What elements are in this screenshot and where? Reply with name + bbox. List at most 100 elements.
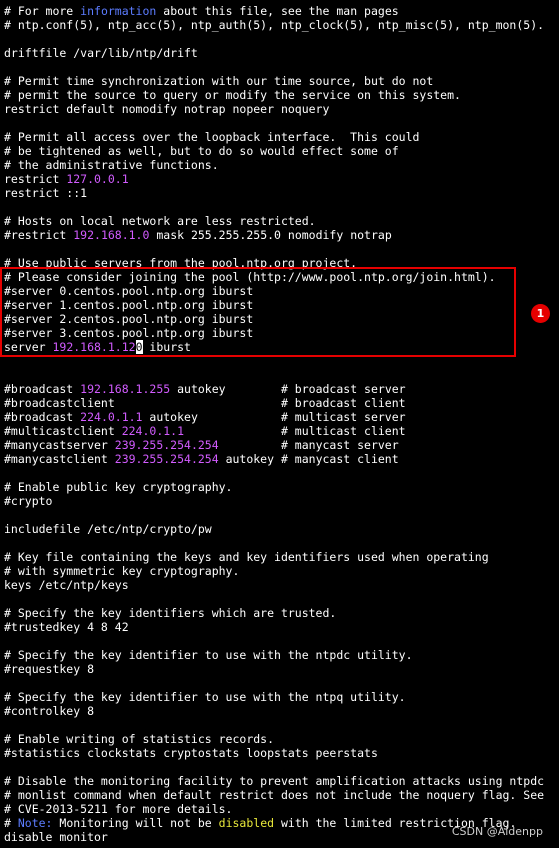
line-segment: includefile /etc/ntp/crypto/pw xyxy=(4,522,212,536)
config-line: # Hosts on local network are less restri… xyxy=(4,214,559,228)
config-line: restrict ::1 xyxy=(4,186,559,200)
line-segment: 127.0.0.1 xyxy=(66,172,129,186)
config-line: #restrict 192.168.1.0 mask 255.255.255.0… xyxy=(4,228,559,242)
watermark: CSDN @Aidenpp xyxy=(451,825,543,838)
config-line: keys /etc/ntp/keys xyxy=(4,578,559,592)
config-line xyxy=(4,466,559,480)
line-segment: # Specify the key identifier to use with… xyxy=(4,690,406,704)
config-line: # Permit time synchronization with our t… xyxy=(4,74,559,88)
line-segment: # Enable writing of statistics records. xyxy=(4,732,275,746)
config-line: # For more information about this file, … xyxy=(4,4,559,18)
config-line: #multicastclient 224.0.1.1 # multicast c… xyxy=(4,424,559,438)
line-segment: #requestkey 8 xyxy=(4,662,95,676)
line-segment: # Permit all access over the loopback in… xyxy=(4,130,420,144)
line-segment: # Specify the key identifiers which are … xyxy=(4,606,337,620)
line-segment: #broadcast xyxy=(4,410,81,424)
line-segment: 192.168.1.255 xyxy=(80,382,171,396)
terminal-text-area[interactable]: # For more information about this file, … xyxy=(4,4,559,848)
highlight-box xyxy=(0,267,516,357)
config-line xyxy=(4,368,559,382)
config-line: #manycastclient 239.255.254.254 autokey … xyxy=(4,452,559,466)
line-segment: Note: xyxy=(17,816,53,830)
line-segment: # the administrative functions. xyxy=(4,158,219,172)
config-line: # Enable writing of statistics records. xyxy=(4,732,559,746)
config-line: includefile /etc/ntp/crypto/pw xyxy=(4,522,559,536)
line-segment: # Key file containing the keys and key i… xyxy=(4,550,489,564)
config-line: restrict 127.0.0.1 xyxy=(4,172,559,186)
line-segment: # manycast server xyxy=(218,438,399,452)
config-line xyxy=(4,60,559,74)
line-segment: #broadcastclient # broadcast client xyxy=(4,396,406,410)
line-segment: #controlkey 8 xyxy=(4,704,95,718)
config-line xyxy=(4,508,559,522)
step-number-badge: 1 xyxy=(531,304,550,323)
line-segment: restrict xyxy=(4,172,67,186)
line-segment: # Disable the monitoring facility to pre… xyxy=(4,774,545,788)
line-segment: 239.255.254.254 xyxy=(114,438,219,452)
line-segment: disable monitor xyxy=(4,830,108,844)
line-segment: mask 255.255.255.0 nomodify notrap xyxy=(149,228,392,242)
line-segment: 224.0.1.1 xyxy=(121,424,185,438)
config-line: restrict default nomodify notrap nopeer … xyxy=(4,102,559,116)
line-segment: # Permit time synchronization with our t… xyxy=(4,74,434,88)
config-line: #requestkey 8 xyxy=(4,662,559,676)
config-line xyxy=(4,634,559,648)
line-segment: #trustedkey 4 8 42 xyxy=(4,620,129,634)
config-line: # Specify the key identifiers which are … xyxy=(4,606,559,620)
line-segment: Monitoring will not be xyxy=(52,816,219,830)
line-segment: disabled xyxy=(218,816,275,830)
config-line xyxy=(4,32,559,46)
line-segment: autokey # multicast server xyxy=(142,410,406,424)
line-segment: # multicast client xyxy=(184,424,406,438)
config-line: #broadcast 224.0.1.1 autokey # multicast… xyxy=(4,410,559,424)
line-segment: #restrict xyxy=(4,228,74,242)
line-segment: #manycastclient xyxy=(4,452,115,466)
line-segment: keys /etc/ntp/keys xyxy=(4,578,129,592)
line-segment: # xyxy=(4,816,18,830)
line-segment: # CVE-2013-5211 for more details. xyxy=(4,802,233,816)
line-segment: restrict default nomodify notrap nopeer … xyxy=(4,102,330,116)
config-line: # Enable public key cryptography. xyxy=(4,480,559,494)
line-segment: #manycastserver xyxy=(4,438,115,452)
line-segment: # Specify the key identifier to use with… xyxy=(4,648,413,662)
config-line: # with symmetric key cryptography. xyxy=(4,564,559,578)
config-line: # Permit all access over the loopback in… xyxy=(4,130,559,144)
line-segment: about this file, see the man pages xyxy=(156,4,399,18)
config-line xyxy=(4,676,559,690)
line-segment: 192.168.1.0 xyxy=(73,228,150,242)
config-line xyxy=(4,718,559,732)
line-segment: # monlist command when default restrict … xyxy=(4,788,545,802)
config-line: # be tightened as well, but to do so wou… xyxy=(4,144,559,158)
config-line: #controlkey 8 xyxy=(4,704,559,718)
line-segment: autokey # manycast client xyxy=(218,452,399,466)
line-segment: driftfile /var/lib/ntp/drift xyxy=(4,46,198,60)
line-segment: autokey # broadcast server xyxy=(170,382,406,396)
config-line xyxy=(4,200,559,214)
line-segment: #crypto xyxy=(4,494,53,508)
line-segment: # with symmetric key cryptography. xyxy=(4,564,240,578)
line-segment: # permit the source to query or modify t… xyxy=(4,88,461,102)
line-segment: # Enable public key cryptography. xyxy=(4,480,233,494)
config-line: # permit the source to query or modify t… xyxy=(4,88,559,102)
config-line xyxy=(4,116,559,130)
line-segment: # Hosts on local network are less restri… xyxy=(4,214,316,228)
line-segment: # be tightened as well, but to do so wou… xyxy=(4,144,399,158)
config-line: #manycastserver 239.255.254.254 # manyca… xyxy=(4,438,559,452)
line-segment: #multicastclient xyxy=(4,424,122,438)
config-line: #broadcastclient # broadcast client xyxy=(4,396,559,410)
line-segment: #statistics clockstats cryptostats loops… xyxy=(4,746,378,760)
config-line xyxy=(4,242,559,256)
config-line: # Key file containing the keys and key i… xyxy=(4,550,559,564)
line-segment: 239.255.254.254 xyxy=(114,452,219,466)
config-line: # CVE-2013-5211 for more details. xyxy=(4,802,559,816)
config-line: #broadcast 192.168.1.255 autokey # broad… xyxy=(4,382,559,396)
config-line: driftfile /var/lib/ntp/drift xyxy=(4,46,559,60)
line-segment: # For more xyxy=(4,4,81,18)
line-segment: information xyxy=(80,4,157,18)
line-segment: # ntp.conf(5), ntp_acc(5), ntp_auth(5), … xyxy=(4,18,545,32)
config-line xyxy=(4,592,559,606)
config-line: # Specify the key identifier to use with… xyxy=(4,648,559,662)
config-line: # Disable the monitoring facility to pre… xyxy=(4,774,559,788)
config-line: # Specify the key identifier to use with… xyxy=(4,690,559,704)
config-line: # the administrative functions. xyxy=(4,158,559,172)
